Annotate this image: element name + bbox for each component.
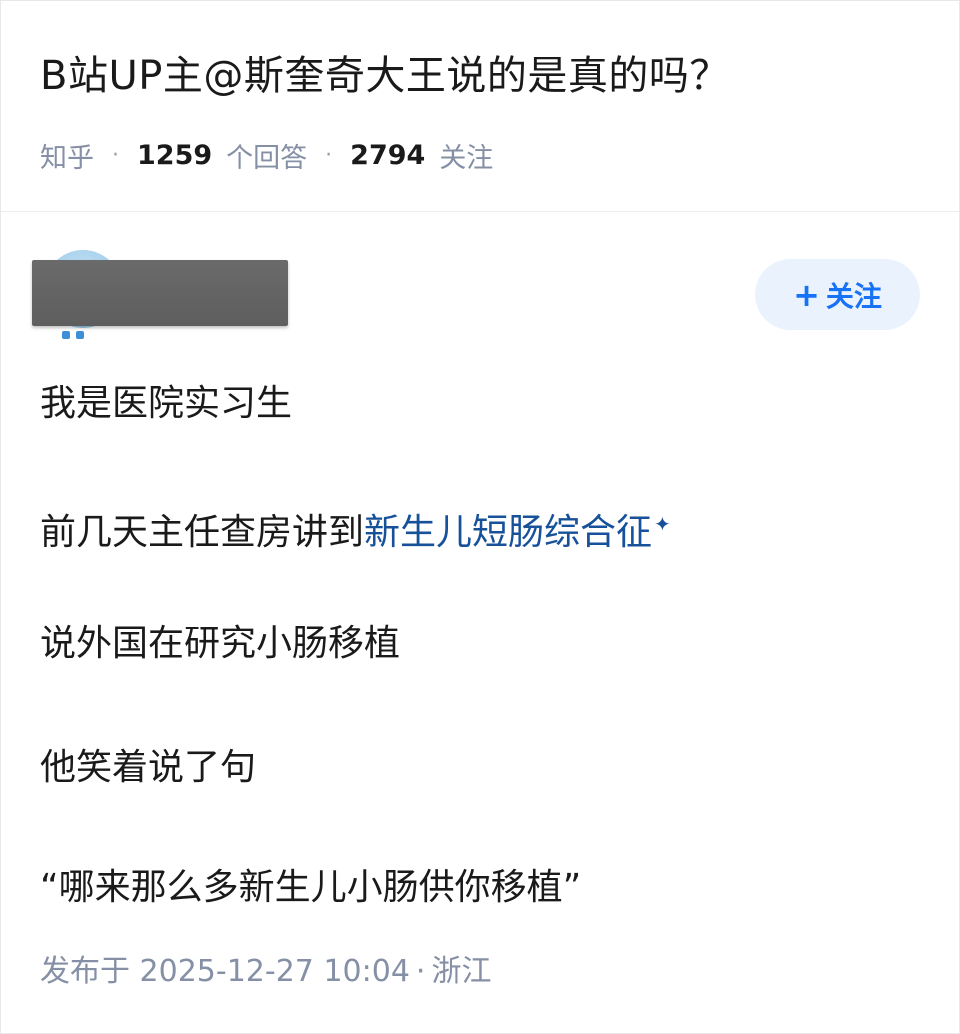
- follower-count: 2794: [350, 139, 426, 171]
- question-header[interactable]: B站UP主@斯奎奇大王说的是真的吗？ 知乎 · 1259 个回答 · 2794 …: [0, 0, 960, 212]
- publish-date: 2025-12-27: [139, 954, 314, 989]
- question-title[interactable]: B站UP主@斯奎奇大王说的是真的吗？: [40, 50, 920, 102]
- redacted-author-name: [32, 260, 288, 326]
- paragraph-text: 前几天主任查房讲到: [40, 512, 365, 553]
- answer-count: 1259: [137, 139, 213, 171]
- plus-icon: +: [793, 275, 820, 314]
- meta-separator: ·: [325, 142, 333, 168]
- answer-paragraph: 我是医院实习生: [40, 383, 293, 424]
- answer-paragraph: 前几天主任查房讲到新生儿短肠综合征 ✦: [40, 500, 671, 557]
- source-label[interactable]: 知乎: [40, 136, 94, 175]
- answer-paragraph: “哪来那么多新生儿小肠供你移植”: [40, 867, 582, 908]
- sparkle-icon: ✦: [654, 512, 671, 536]
- published-label: 发布于: [40, 954, 130, 989]
- author-row: + 关注: [0, 240, 960, 350]
- publish-info: 发布于 2025-12-27 10:04 · 浙江: [40, 950, 491, 994]
- meta-separator: ·: [112, 142, 119, 168]
- linked-term[interactable]: 新生儿短肠综合征: [364, 512, 652, 553]
- follow-button[interactable]: + 关注: [755, 259, 920, 330]
- follower-count-label: 关注: [439, 142, 494, 174]
- follow-button-label: 关注: [825, 279, 882, 313]
- answer-paragraph: 他笑着说了句: [40, 747, 257, 788]
- footer-separator: ·: [415, 954, 426, 989]
- publish-location: 浙江: [431, 954, 492, 989]
- question-meta: 知乎 · 1259 个回答 · 2794 关注: [40, 135, 493, 175]
- answer-paragraph: 说外国在研究小肠移植: [40, 623, 401, 664]
- publish-time: 10:04: [323, 954, 410, 989]
- answer-count-label[interactable]: 个回答: [226, 136, 307, 175]
